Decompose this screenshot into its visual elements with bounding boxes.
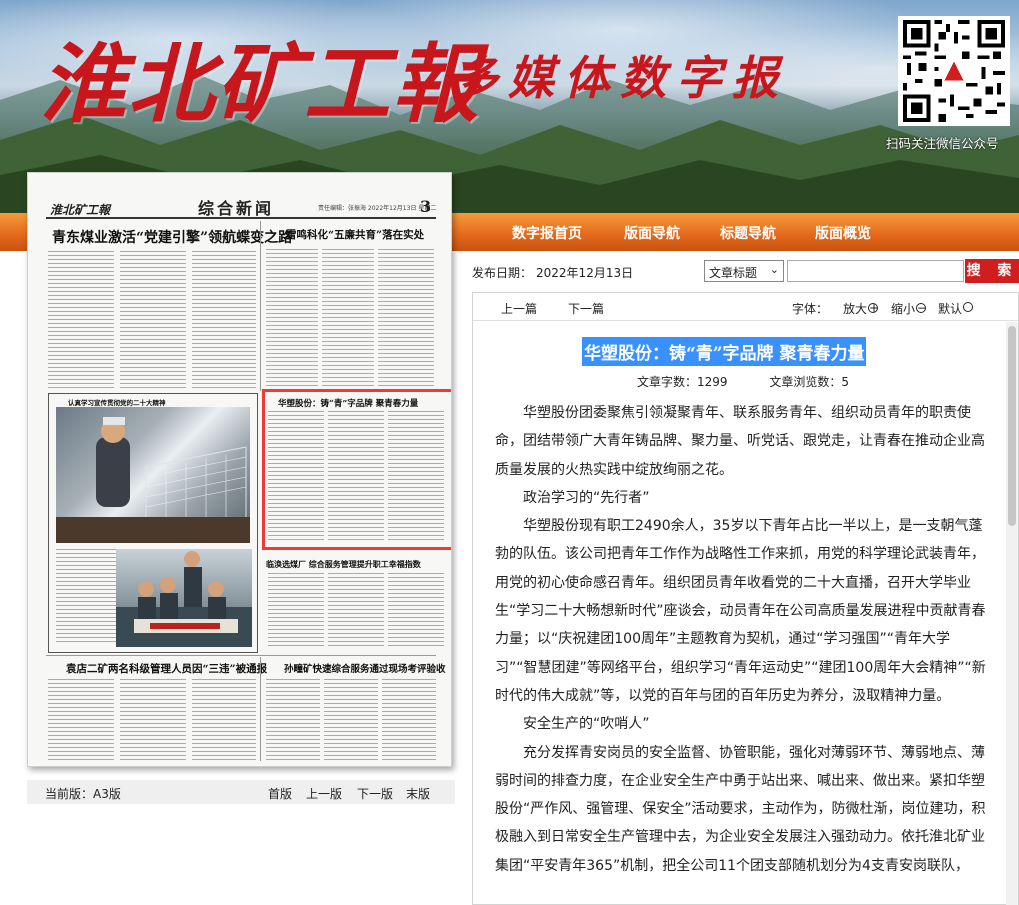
article-text-block (120, 679, 186, 761)
article-text-block (192, 251, 256, 389)
next-article-link[interactable]: 下一篇 (568, 300, 604, 317)
article-title: 华塑股份：铸“青”字品牌 聚青春力量 (582, 337, 867, 366)
newspaper-page-image: 淮北矿工報 综合新闻 责任编辑：张振海 2022年12月13日 星期二 3 青东… (27, 172, 452, 767)
font-size-label: 字体： (792, 302, 829, 316)
headline-6[interactable]: 孙疃矿快速综合服务通过现场考评验收 (284, 661, 446, 675)
chevron-down-icon: ⌄ (769, 263, 779, 276)
zoom-in-label: 放大 (843, 302, 868, 316)
zoom-out-label: 缩小 (891, 302, 916, 316)
prev-page-link[interactable]: 上一版 (306, 785, 342, 802)
qr-caption: 扫码关注微信公众号 (886, 136, 999, 151)
publish-date: 发布日期： 2022年12月13日 (472, 264, 633, 281)
word-count-value: 1299 (697, 375, 728, 389)
article-text-block (268, 573, 324, 647)
article-text-block (382, 679, 436, 761)
article-subheading: 安全生产的“吹哨人” (523, 716, 650, 733)
article-body: 华塑股份团委聚焦引领凝聚青年、联系服务青年、组织动员青年的职责使命，团结带领广大… (495, 399, 991, 880)
headline-1[interactable]: 青东煤业激活“党建引擎”领航蝶变之路 (52, 227, 292, 247)
section-divider (46, 655, 436, 656)
photo-feature-caption: 认真学习宣传贯彻党的二十大精神 (68, 399, 166, 407)
paper-meta: 责任编辑：张振海 2022年12月13日 星期二 (318, 205, 437, 212)
first-page-link[interactable]: 首版 (268, 785, 292, 802)
column-divider (260, 657, 261, 761)
default-size-button[interactable]: 默认 (938, 300, 974, 317)
masthead-subtitle: 多媒体数字报 (452, 51, 788, 105)
article-text-block (324, 679, 378, 761)
masthead-logo: 淮北矿工報 (40, 34, 480, 135)
publish-date-value: 2022年12月13日 (536, 266, 634, 280)
article-toolbar: 上一篇 下一篇 字体： 放大 + 缩小 − 默认 (473, 293, 1018, 321)
view-count-label: 文章浏览数： (769, 375, 842, 389)
article-paragraph: 充分发挥青安岗员的安全监督、协管职能，强化对薄弱环节、薄弱地点、薄弱时间的排查力… (495, 744, 986, 874)
nav-title-navigation[interactable]: 标题导航 (720, 223, 776, 243)
article-text-block (120, 251, 186, 389)
publish-date-label: 发布日期： (472, 266, 533, 280)
article-text-block (378, 249, 434, 387)
article-paragraph: 华塑股份现有职工2490余人，35岁以下青年占比一半以上，是一支朝气蓬勃的队伍。… (495, 518, 986, 704)
article-subheading: 政治学习的“先行者” (523, 489, 650, 506)
search-type-select[interactable]: 文章标题 ⌄ (704, 260, 784, 282)
article-stats: 文章字数：1299 文章浏览数：5 (637, 373, 887, 390)
headline-5[interactable]: 袁店二矿两名科级管理人员因“三违”被通报 (66, 661, 267, 676)
next-page-link[interactable]: 下一版 (357, 785, 393, 802)
search-input[interactable] (787, 260, 964, 282)
paper-section-title: 综合新闻 (198, 199, 275, 218)
minus-circle-icon: − (916, 301, 928, 315)
article-text-block (388, 573, 444, 647)
word-count: 文章字数：1299 (637, 375, 728, 389)
article-text-block (266, 249, 318, 387)
word-count-label: 文章字数： (637, 375, 698, 389)
view-count: 文章浏览数：5 (769, 375, 849, 389)
current-page-label: 当前版：A3版 (45, 787, 121, 801)
photo-workers-2 (116, 549, 252, 647)
article-text-block (192, 679, 256, 761)
page-navigation-bar: 当前版：A3版 首版 上一版 下一版 末版 (27, 780, 455, 804)
default-size-label: 默认 (938, 302, 963, 316)
search-button[interactable]: 搜 索 (965, 259, 1019, 283)
article-text-block (322, 249, 374, 387)
article-text-block (48, 679, 114, 761)
paper-page-number: 3 (420, 197, 432, 216)
article-text-block (266, 679, 320, 761)
article-text-block (48, 251, 114, 389)
nav-page-overview[interactable]: 版面概览 (815, 223, 871, 243)
zoom-in-button[interactable]: 放大 + (843, 300, 880, 317)
photo-workers-1 (56, 407, 250, 543)
article-paragraph: 华塑股份团委聚焦引领凝聚青年、联系服务青年、组织动员青年的职责使命，团结带领广大… (495, 405, 985, 478)
prev-article-link[interactable]: 上一篇 (501, 300, 537, 317)
paper-top-rule (46, 217, 436, 219)
plus-circle-icon: + (868, 301, 880, 315)
scrollbar-thumb[interactable] (1008, 326, 1016, 526)
zoom-out-button[interactable]: 缩小 − (891, 300, 928, 317)
column-divider (260, 221, 261, 391)
paper-logo: 淮北矿工報 (50, 203, 111, 217)
last-page-link[interactable]: 末版 (406, 785, 430, 802)
nav-home[interactable]: 数字报首页 (512, 223, 582, 243)
article-panel: 上一篇 下一篇 字体： 放大 + 缩小 − 默认 华塑股份：铸“青”字品牌 聚青春力… (472, 292, 1019, 905)
view-count-value: 5 (841, 375, 850, 389)
article-text-block (328, 573, 384, 647)
search-type-value: 文章标题 (709, 266, 758, 280)
wechat-qr-code (898, 16, 1010, 126)
nav-page-navigation[interactable]: 版面导航 (624, 223, 680, 243)
circle-icon (963, 302, 974, 312)
headline-2[interactable]: 雷鸣科化“五廉共育”落在实处 (286, 227, 424, 242)
selected-article-highlight[interactable] (262, 389, 451, 550)
headline-4[interactable]: 临涣选煤厂 综合服务管理提升职工幸福指数 (266, 559, 421, 570)
photo-caption-text (56, 549, 116, 645)
article-scrollbar[interactable] (1006, 322, 1018, 905)
